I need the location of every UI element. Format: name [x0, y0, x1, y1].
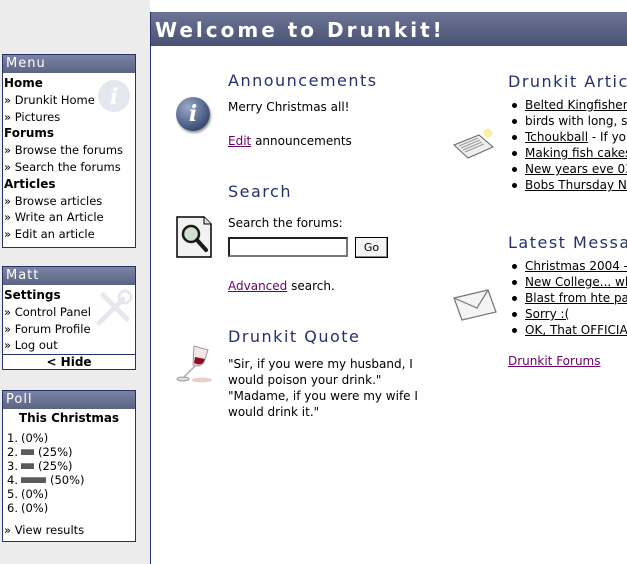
- message-item: New College... wha: [508, 274, 627, 290]
- menu-panel-body: i Home » Drunkit Home » Pictures Forums …: [3, 73, 135, 245]
- search-heading: Search: [228, 182, 292, 201]
- message-link[interactable]: Sorry :(: [525, 307, 569, 321]
- drunkit-forums-link[interactable]: Drunkit Forums: [508, 354, 600, 368]
- poll-bar: [21, 449, 34, 455]
- poll-option-row: 1. (0%): [3, 431, 135, 445]
- poll-option-percent: (25%): [38, 445, 73, 459]
- poll-option-percent: (25%): [38, 459, 73, 473]
- poll-option-row: 3. (25%): [3, 459, 135, 473]
- article-link-new-years-eve[interactable]: New years eve 03/: [525, 162, 627, 176]
- advanced-search-suffix: search.: [287, 279, 335, 293]
- poll-option-number: 3.: [7, 459, 18, 473]
- envelope-icon: [453, 289, 497, 321]
- hide-panel-button[interactable]: < Hide: [3, 354, 135, 369]
- article-item: New years eve 03/: [508, 161, 627, 177]
- message-item: OK, That OFFICIAL: [508, 322, 627, 338]
- poll-option-percent: (0%): [21, 487, 49, 501]
- poll-option-percent: (0%): [21, 501, 49, 515]
- poll-option-number: 4.: [7, 473, 18, 487]
- article-item: Belted Kingfisher (C: [508, 97, 627, 113]
- advanced-search-link[interactable]: Advanced: [228, 279, 287, 293]
- quote-line-1: "Sir, if you were my husband, I: [228, 357, 413, 371]
- poll-panel: Poll This Christmas 1. (0%) 2. (25%) 3. (25%)…: [2, 390, 136, 542]
- article-link-belted-kingfisher[interactable]: Belted Kingfisher (C: [525, 98, 627, 112]
- info-icon: i: [176, 97, 210, 131]
- right-column: Drunkit Articles Belted Kingfisher (C bi…: [505, 60, 627, 460]
- wine-glass-icon: [176, 345, 212, 383]
- user-panel-body: Settings » Control Panel » Forum Profile…: [3, 285, 135, 354]
- poll-panel-title: Poll: [3, 391, 135, 409]
- quote-line-3: "Madame, if you were my wife I: [228, 389, 418, 403]
- quote-text: "Sir, if you were my husband, I would po…: [228, 356, 418, 420]
- edit-announcements-suffix: announcements: [251, 134, 352, 148]
- poll-option-number: 6.: [7, 501, 18, 515]
- quote-line-2: would poison your drink.": [228, 373, 382, 387]
- announcements-heading: Announcements: [228, 71, 378, 90]
- article-description: - If you: [591, 130, 627, 144]
- menu-write-article-link[interactable]: » Write an Article: [4, 209, 135, 226]
- poll-option-percent: (50%): [50, 473, 85, 487]
- article-link-bobs-thursday[interactable]: Bobs Thursday Nigh: [525, 178, 627, 192]
- poll-option-row: 6. (0%): [3, 501, 135, 515]
- log-out-link[interactable]: » Log out: [4, 337, 135, 354]
- articles-list: Belted Kingfisher (C birds with long, sh…: [508, 97, 627, 193]
- search-label: Search the forums:: [228, 216, 343, 230]
- quote-heading: Drunkit Quote: [228, 327, 361, 346]
- magnifier-icon: [176, 216, 212, 258]
- messages-heading: Latest Messages: [508, 233, 627, 252]
- info-watermark-icon: i: [98, 80, 130, 112]
- message-link[interactable]: OK, That OFFICIAL: [525, 323, 627, 337]
- poll-option-row: 2. (25%): [3, 445, 135, 459]
- menu-panel-title: Menu: [3, 55, 135, 73]
- message-item: Sorry :(: [508, 306, 627, 322]
- article-item: Bobs Thursday Nigh: [508, 177, 627, 193]
- menu-search-forums-link[interactable]: » Search the forums: [4, 159, 135, 176]
- edit-announcements-link[interactable]: Edit: [228, 134, 251, 148]
- view-results-link[interactable]: » View results: [3, 523, 135, 537]
- message-item: Blast from hte past: [508, 290, 627, 306]
- message-link[interactable]: New College... wha: [525, 275, 627, 289]
- articles-heading: Drunkit Articles: [508, 72, 627, 91]
- poll-question: This Christmas: [18, 411, 120, 425]
- svg-text:i: i: [110, 84, 118, 110]
- go-button[interactable]: Go: [355, 237, 388, 258]
- article-description: birds with long, sh: [525, 114, 627, 128]
- messages-list: Christmas 2004 -- C New College... wha B…: [508, 258, 627, 338]
- article-item: Tchoukball - If you: [508, 129, 627, 145]
- user-panel: Matt Settings » Control Panel » Forum Pr…: [2, 266, 136, 370]
- edit-announcements-row: Edit announcements: [228, 133, 352, 149]
- menu-browse-forums-link[interactable]: » Browse the forums: [4, 142, 135, 159]
- menu-forums-heading: Forums: [4, 126, 55, 141]
- announcement-message: Merry Christmas all!: [228, 100, 350, 114]
- article-link-tchoukball[interactable]: Tchoukball: [525, 130, 588, 144]
- menu-browse-articles-link[interactable]: » Browse articles: [4, 193, 135, 210]
- poll-option-row: 5. (0%): [3, 487, 135, 501]
- poll-option-number: 1.: [7, 431, 18, 445]
- message-link[interactable]: Christmas 2004 -- C: [525, 259, 627, 273]
- poll-option-number: 5.: [7, 487, 18, 501]
- newspaper-icon: [453, 127, 494, 159]
- poll-bar: [21, 463, 34, 469]
- poll-option-number: 2.: [7, 445, 18, 459]
- article-link-fish-cakes[interactable]: Making fish cakes: [525, 146, 627, 160]
- quote-line-4: would drink it.": [228, 405, 320, 419]
- menu-panel: Menu i Home » Drunkit Home » Pictures Fo…: [2, 54, 136, 248]
- page-title: Welcome to Drunkit!: [151, 12, 627, 46]
- poll-options: 1. (0%) 2. (25%) 3. (25%) 4. (50%) 5. (0%) 6. (0%): [3, 431, 135, 515]
- poll-option-row: 4. (50%): [3, 473, 135, 487]
- message-item: Christmas 2004 -- C: [508, 258, 627, 274]
- user-panel-title: Matt: [3, 267, 135, 285]
- menu-articles-heading: Articles: [4, 176, 56, 191]
- advanced-search-row: Advanced search.: [228, 278, 335, 294]
- search-input[interactable]: [228, 237, 348, 257]
- poll-option-percent: (0%): [21, 431, 49, 445]
- article-item: Making fish cakes -: [508, 145, 627, 161]
- menu-edit-article-link[interactable]: » Edit an article: [4, 226, 135, 243]
- tools-watermark-icon: [96, 289, 133, 326]
- message-link[interactable]: Blast from hte past: [525, 291, 627, 305]
- article-item-continued: birds with long, sh: [508, 113, 627, 129]
- poll-bar: [21, 477, 46, 483]
